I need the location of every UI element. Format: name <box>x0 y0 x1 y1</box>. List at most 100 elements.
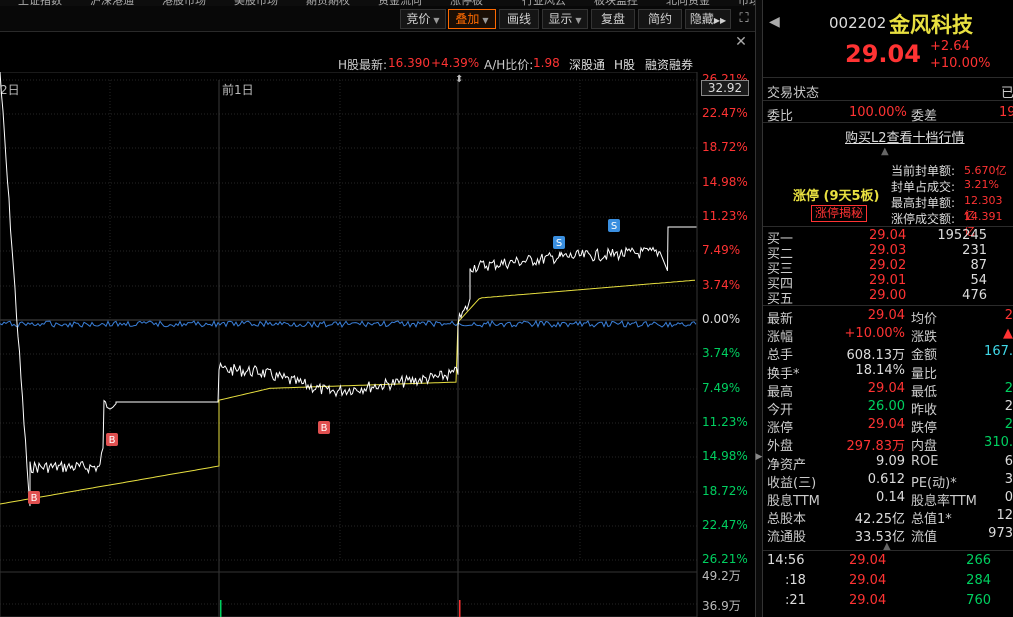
price-cursor-box: 32.92 <box>701 80 749 96</box>
marker-label: S <box>556 238 562 249</box>
scale-label: 0.00% <box>702 312 741 326</box>
date-label-prev1: 前1日 <box>222 82 254 97</box>
trade-status-label: 交易状态 <box>767 86 820 101</box>
order-price: 29.01 <box>869 273 907 288</box>
trade-status-value: 已 <box>1001 86 1013 101</box>
quote-panel: ◀ 002202 金风科技 29.04 +2.64 +10.00% 交易状态 已… <box>763 0 1013 617</box>
marker-label: B <box>109 435 116 446</box>
quote-value: 2 <box>1004 308 1013 323</box>
quote-label: 涨幅 <box>767 330 794 346</box>
replay-button[interactable]: 复盘 <box>591 9 635 29</box>
weibi-value: 100.00% <box>849 105 907 120</box>
quote-label: 总手 <box>767 348 794 364</box>
quote-label: 涨停 <box>767 421 794 437</box>
limit-stat-label: 封单占成交: <box>891 180 956 194</box>
h-share-link[interactable]: H股 <box>614 56 635 73</box>
sz-connect-link[interactable]: 深股通 <box>569 56 605 73</box>
quote-value: 167. <box>984 344 1013 360</box>
intraday-chart[interactable]: 2日 前1日 ⬍ B B B S S <box>0 72 755 617</box>
quote-value: 42.25亿 <box>854 512 905 528</box>
index-overlay-line <box>0 319 697 329</box>
quote-label: 昨收 <box>911 403 938 418</box>
simple-button[interactable]: 简约 <box>638 9 682 29</box>
close-icon[interactable]: ✕ <box>733 34 749 50</box>
draw-line-button[interactable]: 画线 <box>499 9 539 29</box>
quote-value: ▲ <box>1003 326 1013 342</box>
quote-label: 最高 <box>767 384 794 400</box>
volume-label-top: 49.2万 <box>702 569 741 583</box>
display-button[interactable]: 显示 ▼ <box>542 9 588 29</box>
scale-label: 3.74% <box>702 346 741 360</box>
tick-time: :18 <box>785 573 806 588</box>
volume-bar <box>459 600 461 617</box>
quote-value: 0.14 <box>876 490 905 505</box>
scale-label: 14.98% <box>702 175 748 189</box>
volume-bar <box>220 600 222 617</box>
order-price: 29.03 <box>869 243 907 258</box>
order-book-row[interactable]: 买三 29.02 87 <box>763 258 1013 277</box>
quote-value: 26.00 <box>867 399 905 414</box>
order-book-row[interactable]: 买一 29.04 195245 <box>763 228 1013 247</box>
panel-divider[interactable] <box>755 0 763 617</box>
scale-label: 22.47% <box>702 106 748 120</box>
scale-label: 22.47% <box>702 518 748 532</box>
quote-value: 2 <box>1004 399 1013 414</box>
scale-label: 7.49% <box>702 381 741 395</box>
quote-value: 2 <box>1004 417 1013 433</box>
fullscreen-icon[interactable]: ⛶ <box>735 10 753 28</box>
scale-label: 14.98% <box>702 449 748 463</box>
quote-label: 外盘 <box>767 439 794 455</box>
collapse-arrow-icon[interactable]: ▶ <box>755 452 763 466</box>
quote-label: 收益(三) <box>767 475 817 491</box>
stock-code: 002202 <box>829 14 887 32</box>
price-change: +2.64 <box>930 39 970 54</box>
tick-time: :21 <box>785 593 806 608</box>
h-share-info-bar: H股最新: 16.390 +4.39% A/H比价: 1.98 深股通 H股 融… <box>0 54 700 72</box>
chart-border <box>0 72 698 617</box>
limit-stat-label: 涨停成交额: <box>891 212 956 226</box>
quote-label: 换手* <box>767 366 800 382</box>
limit-up-reveal-button[interactable]: 涨停揭秘 <box>811 205 868 222</box>
quote-label: 内盘 <box>911 439 938 455</box>
quote-value: 29.04 <box>867 417 905 433</box>
marker-label: B <box>31 493 38 504</box>
marker-label: S <box>611 221 617 232</box>
quote-value: 0 <box>1004 490 1013 505</box>
order-book-row[interactable]: 买四 29.01 54 <box>763 273 1013 292</box>
chart-toolbar: 竞价 ▼ 叠加 ▼ 画线 显示 ▼ 复盘 简约 隐藏▶▶ ⛶ <box>0 6 760 32</box>
limit-stat-label: 最高封单额: <box>891 196 956 210</box>
scale-label: 26.21% <box>702 552 748 566</box>
hide-button[interactable]: 隐藏▶▶ <box>685 9 731 29</box>
stock-name: 金风科技 <box>889 13 973 37</box>
margin-trading-link[interactable]: 融资融券 <box>645 56 693 73</box>
tick-volume: 284 <box>966 573 991 588</box>
overlay-button[interactable]: 叠加 ▼ <box>448 9 496 29</box>
quote-label: 流通股 <box>767 530 807 546</box>
quote-label: PE(动)* <box>911 475 957 491</box>
order-price: 29.02 <box>869 258 907 273</box>
auction-button[interactable]: 竞价 ▼ <box>400 9 446 29</box>
quote-value: 608.13万 <box>846 348 906 364</box>
back-arrow-icon[interactable]: ◀ <box>769 14 780 30</box>
quote-value: 2 <box>1004 380 1013 396</box>
tick-volume: 760 <box>966 593 991 608</box>
tick-price: 29.04 <box>849 593 887 608</box>
order-book-row[interactable]: 买二 29.03 231 <box>763 243 1013 262</box>
limit-stat-value: 5.670亿 <box>964 164 1007 177</box>
quote-label: 最低 <box>911 384 938 400</box>
quote-label: 涨跌 <box>911 330 938 346</box>
tick-volume: 266 <box>966 553 991 568</box>
quote-label: 流值 <box>911 530 938 546</box>
l2-purchase-link[interactable]: 购买L2查看十档行情 <box>845 127 965 146</box>
limit-stat-value: 3.21% <box>964 178 999 191</box>
date-label-day2: 2日 <box>0 83 20 97</box>
volume-label-mid: 36.9万 <box>702 599 741 613</box>
collapse-up-icon[interactable]: ▲ <box>881 146 889 157</box>
tick-time: 14:56 <box>767 553 805 568</box>
volume-bars <box>220 600 461 617</box>
order-price: 29.00 <box>869 288 907 303</box>
order-book-row[interactable]: 买五 29.00 476 <box>763 288 1013 307</box>
quote-value: 0.612 <box>867 471 905 487</box>
trade-markers: B B B S S <box>28 219 620 504</box>
quote-label: 今开 <box>767 403 794 418</box>
